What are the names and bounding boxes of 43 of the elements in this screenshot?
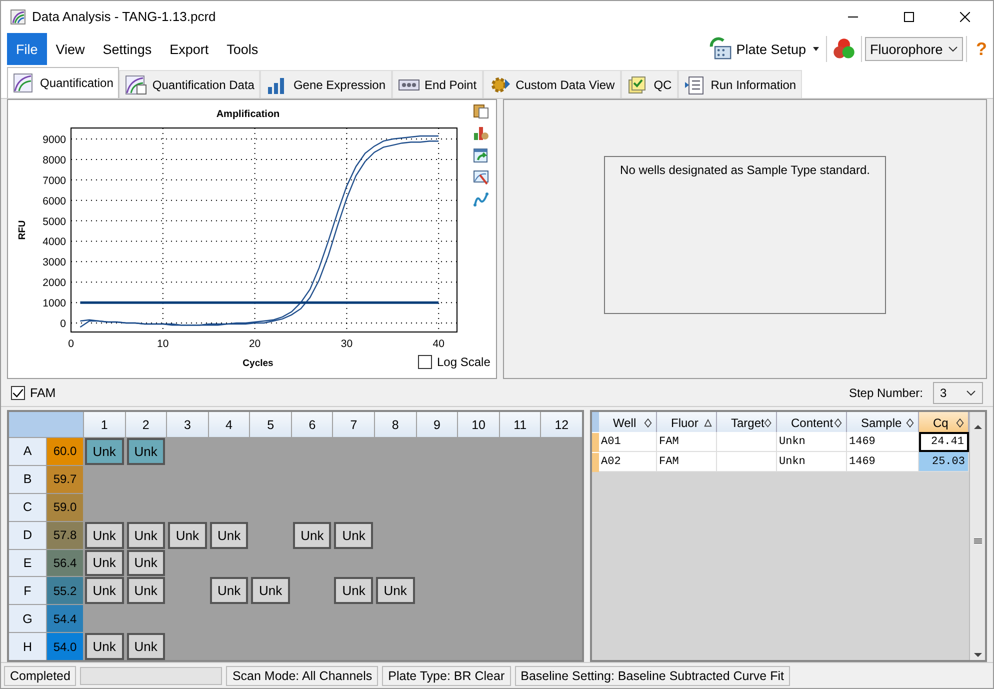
temperature-cell: 60.0 xyxy=(47,438,83,465)
table-cell: 1469 xyxy=(847,432,919,452)
temperature-cell: 55.2 xyxy=(47,577,83,604)
y-tick-label: 0 xyxy=(60,318,66,330)
table-cell: 1469 xyxy=(847,452,919,472)
table-cell: A01 xyxy=(599,432,657,452)
y-tick-label: 8000 xyxy=(42,154,66,166)
table-cell: Unkn xyxy=(777,452,847,472)
temperature-cell: 56.4 xyxy=(47,550,83,576)
status-text: Completed xyxy=(4,666,76,686)
x-tick-label: 10 xyxy=(157,338,169,350)
window-title: Data Analysis - TANG-1.13.pcrd xyxy=(32,9,216,24)
y-axis-label: RFU xyxy=(17,220,28,240)
x-tick-label: 0 xyxy=(68,338,74,350)
table-cell: A02 xyxy=(599,452,657,472)
y-tick-label: 3000 xyxy=(42,256,66,269)
y-tick-label: 2000 xyxy=(42,277,66,290)
y-tick-label: 7000 xyxy=(42,174,66,187)
step-number-label: Step Number: xyxy=(848,386,923,400)
status-text: Plate Type: BR Clear xyxy=(382,666,511,686)
x-tick-label: 20 xyxy=(248,338,261,350)
y-tick-label: 6000 xyxy=(42,195,66,208)
y-tick-label: 9000 xyxy=(42,134,66,146)
status-text: Baseline Setting: Baseline Subtracted Curve Fit xyxy=(514,666,790,686)
temperature-cell: 59.0 xyxy=(47,494,83,521)
table-cell: FAM xyxy=(657,432,717,452)
temperature-cell: 59.7 xyxy=(47,466,83,493)
table-cell: Unkn xyxy=(777,432,847,452)
y-tick-label: 5000 xyxy=(42,216,66,228)
status-text: Scan Mode: All Channels xyxy=(226,666,378,686)
checkbox-label: FAM xyxy=(30,386,56,400)
x-tick-label: 30 xyxy=(340,338,353,350)
checkbox-label: Log Scale xyxy=(437,355,490,369)
temperature-cell: 54.0 xyxy=(47,633,83,660)
y-tick-label: 4000 xyxy=(42,236,66,248)
temperature-cell: 54.4 xyxy=(47,605,83,632)
chart-title: Amplification xyxy=(216,109,280,120)
x-axis-label: Cycles xyxy=(242,358,274,369)
table-cell: FAM xyxy=(657,452,717,472)
x-tick-label: 40 xyxy=(432,338,444,350)
empty-message: No wells designated as Sample Type standard. xyxy=(620,163,870,179)
temperature-cell: 57.8 xyxy=(47,522,83,548)
y-tick-label: 1000 xyxy=(42,298,66,310)
